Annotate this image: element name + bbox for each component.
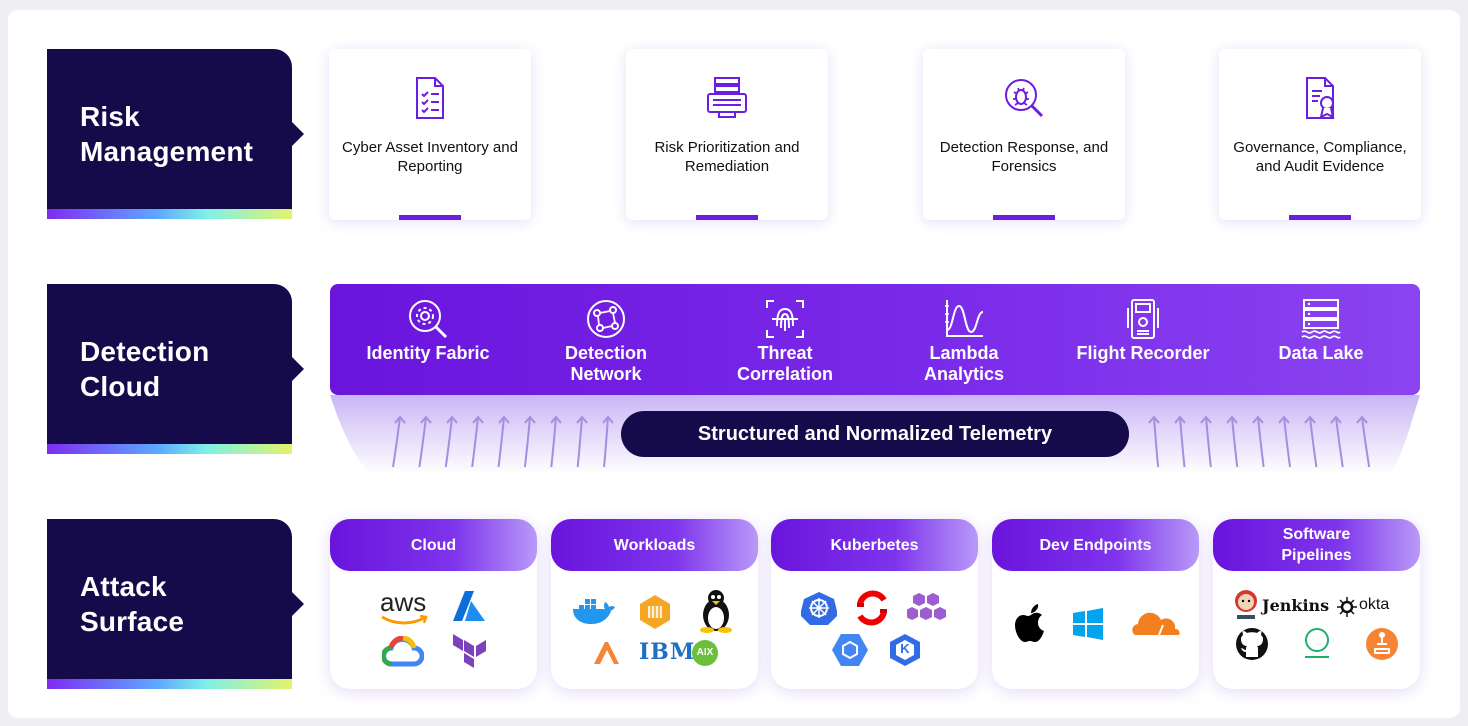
risk-card-label: Governance, Compliance, and Audit Eviden… <box>1233 139 1407 175</box>
fingerprint-icon <box>766 300 804 338</box>
bug-magnifier-icon <box>1005 79 1044 118</box>
google-cloud-logo <box>382 636 424 667</box>
detection-item-label: Lambda Analytics <box>923 343 1005 384</box>
aws-smile-icon <box>381 615 428 625</box>
cloudflare-logo <box>1132 612 1180 636</box>
risk-card-label: Detection Response, and Forensics <box>939 139 1109 175</box>
row-label-text: Detection Cloud <box>80 336 210 402</box>
github-logo <box>1236 628 1268 660</box>
risk-card-label: Risk Prioritization and Remediation <box>654 139 800 175</box>
attack-card-title: Workloads <box>551 519 758 571</box>
detection-cloud-panel: Identity Fabric Detection Network Threat… <box>330 284 1420 395</box>
detection-item-flight-recorder: Flight Recorder <box>1068 298 1218 364</box>
accent-bar <box>696 215 758 220</box>
checklist-document-icon <box>416 77 444 119</box>
azure-logo <box>453 591 485 621</box>
attack-card-dev-endpoints: Dev Endpoints <box>992 519 1199 689</box>
circle-logo <box>1305 628 1329 658</box>
risk-card-label: Cyber Asset Inventory and Reporting <box>342 139 518 175</box>
pointer-arrow <box>292 122 304 146</box>
attack-card-title: Dev Endpoints <box>992 519 1199 571</box>
detection-item-label: Data Lake <box>1278 343 1364 363</box>
ibm-logo: IBM <box>639 639 696 665</box>
detection-item-label: Identity Fabric <box>366 343 490 363</box>
jenkins-logo <box>1235 590 1257 619</box>
network-globe-icon <box>587 300 625 338</box>
risk-card-inventory: Cyber Asset Inventory and Reporting <box>329 49 531 220</box>
telemetry-pill: Structured and Normalized Telemetry <box>621 411 1129 457</box>
attack-card-title: Software Pipelines <box>1213 519 1420 571</box>
row-label-risk-management: Risk Management <box>47 49 304 219</box>
gradient-bar <box>47 209 292 219</box>
aix-logo: AIX <box>692 640 718 666</box>
k-logo-text: K <box>900 641 910 656</box>
attack-card-cloud: Cloud aws <box>330 519 537 689</box>
attack-card-title: Kuberbetes <box>771 519 978 571</box>
aws-logo: aws <box>380 587 427 617</box>
lambda-logo <box>594 642 619 664</box>
database-lake-icon <box>1301 299 1341 339</box>
windows-logo <box>1073 608 1103 640</box>
certificate-document-icon <box>1306 77 1335 119</box>
eks-logo <box>907 593 946 620</box>
detection-item-threat-correlation: Threat Correlation <box>710 298 860 385</box>
detection-item-label: Detection Network <box>564 343 647 384</box>
accent-bar <box>399 215 461 220</box>
wave-chart-icon <box>945 300 984 337</box>
okta-logo: okta <box>1359 596 1390 613</box>
apple-logo <box>1015 604 1044 642</box>
okta-sun-icon <box>1337 597 1357 617</box>
kubernetes-logo <box>801 592 837 625</box>
row-label-text: Attack Surface <box>80 571 185 637</box>
pointer-arrow <box>292 357 304 381</box>
accent-bar <box>1289 215 1351 220</box>
detection-item-lambda-analytics: Lambda Analytics <box>889 298 1039 385</box>
detection-item-identity-fabric: Identity Fabric <box>353 298 503 364</box>
k-logo: K <box>889 633 921 667</box>
pipeline-logo <box>1366 628 1398 660</box>
attack-card-title: Cloud <box>330 519 537 571</box>
jenkins-logo-text: Jenkins <box>1262 596 1330 615</box>
openshift-logo <box>857 590 887 626</box>
accent-bar <box>993 215 1055 220</box>
pointer-arrow <box>292 592 304 616</box>
detection-item-label: Flight Recorder <box>1076 343 1210 363</box>
detection-item-data-lake: Data Lake <box>1246 298 1396 364</box>
row-label-detection-cloud: Detection Cloud <box>47 284 304 454</box>
gradient-bar <box>47 444 292 454</box>
container-logo <box>640 595 670 629</box>
gear-magnifier-icon <box>409 300 448 339</box>
attack-card-kubernetes: Kuberbetes K <box>771 519 978 689</box>
terraform-logo <box>453 634 486 668</box>
attack-card-workloads: Workloads IBM AIX <box>551 519 758 689</box>
detection-item-detection-network: Detection Network <box>531 298 681 385</box>
flight-recorder-icon <box>1127 299 1159 339</box>
row-label-attack-surface: Attack Surface <box>47 519 304 689</box>
gradient-bar <box>47 679 292 689</box>
attack-card-software-pipelines: Software Pipelines Jenkins okta <box>1213 519 1420 689</box>
detection-item-label: Threat Correlation <box>736 343 833 384</box>
risk-card-governance: Governance, Compliance, and Audit Eviden… <box>1219 49 1421 220</box>
linux-logo <box>700 590 732 633</box>
row-label-text: Risk Management <box>80 101 254 167</box>
server-monitor-icon <box>707 77 747 118</box>
gke-logo <box>832 634 868 666</box>
docker-logo <box>573 599 615 624</box>
risk-card-detection-response: Detection Response, and Forensics <box>923 49 1125 220</box>
risk-card-prioritization: Risk Prioritization and Remediation <box>626 49 828 220</box>
